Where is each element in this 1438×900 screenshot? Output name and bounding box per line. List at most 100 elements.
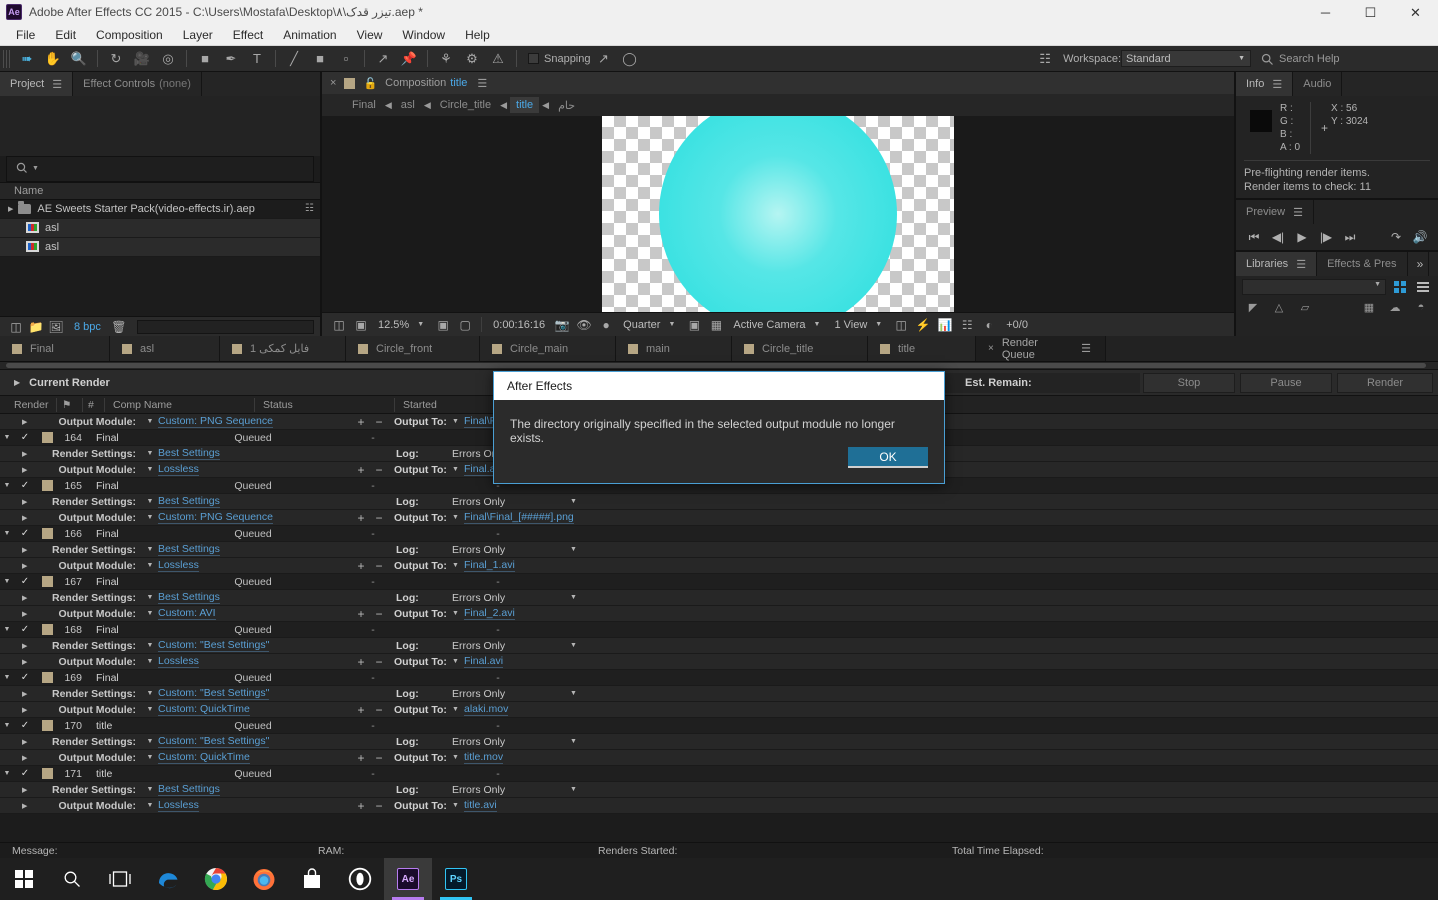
close-icon[interactable]: ×: [988, 343, 994, 354]
chevron-down-icon[interactable]: ▼: [452, 706, 459, 713]
list-view-icon[interactable]: [1414, 279, 1432, 295]
library-select[interactable]: ▼: [1242, 279, 1386, 295]
render-queue-item-row[interactable]: ▼ ✓ 171 title Queued - -: [0, 766, 1438, 782]
selection-tool-icon[interactable]: ➠: [14, 47, 40, 71]
output-module-subrow[interactable]: ▶ Output Module: ▼ Custom: QuickTime + − …: [0, 702, 1438, 718]
chevron-down-icon[interactable]: ▼: [142, 786, 158, 793]
disclosure-triangle-icon[interactable]: ▶: [22, 498, 27, 506]
render-settings-subrow[interactable]: ▶ Render Settings: ▼ Best Settings Log: …: [0, 494, 1438, 510]
channel-icon[interactable]: ●: [595, 318, 617, 332]
chevron-down-icon[interactable]: ▼: [142, 546, 158, 553]
render-checkbox[interactable]: ✓: [14, 672, 36, 683]
camera-tool-icon[interactable]: 🎥: [129, 47, 155, 71]
output-module-subrow[interactable]: ▶ Output Module: ▼ Custom: PNG Sequence …: [0, 510, 1438, 526]
chevron-down-icon[interactable]: ▼: [142, 658, 158, 665]
maximize-button[interactable]: ☐: [1348, 0, 1393, 24]
output-module-value[interactable]: Lossless: [158, 559, 199, 572]
eraser-tool-icon[interactable]: ▫: [333, 47, 359, 71]
project-search-input[interactable]: ▼: [6, 155, 314, 182]
chevron-down-icon[interactable]: ▼: [812, 321, 829, 328]
local-axis-mode-icon[interactable]: ⚘: [433, 47, 459, 71]
render-settings-value[interactable]: Best Settings: [158, 783, 220, 796]
chevron-down-icon[interactable]: ▼: [570, 546, 577, 553]
resolution-value[interactable]: Quarter: [617, 319, 666, 331]
chevron-down-icon[interactable]: ▼: [142, 514, 158, 521]
after-effects-button[interactable]: Ae: [384, 858, 432, 900]
loop-icon[interactable]: ↷: [1384, 230, 1408, 244]
workspace-toggle-icon[interactable]: ☷: [1032, 47, 1058, 71]
start-button[interactable]: [0, 858, 48, 900]
chevron-down-icon[interactable]: ▼: [142, 594, 158, 601]
output-to-value[interactable]: Final\Final_[#####].png: [464, 511, 574, 524]
chevron-down-icon[interactable]: ▼: [570, 690, 577, 697]
chevron-down-icon[interactable]: ▼: [570, 786, 577, 793]
output-to-value[interactable]: title.mov: [464, 751, 504, 764]
log-value[interactable]: Errors Only: [452, 592, 505, 604]
disclosure-triangle-icon[interactable]: ▶: [22, 642, 27, 650]
brush-tool-icon[interactable]: ╱: [281, 47, 307, 71]
reset-exposure-icon[interactable]: ◐: [978, 318, 1000, 332]
disclosure-triangle-icon[interactable]: ▼: [0, 482, 14, 489]
comp-flowchart-icon[interactable]: ☷: [956, 318, 978, 332]
column-tag-icon[interactable]: ⚑: [56, 397, 82, 412]
render-queue-item-row[interactable]: ▼ ✓ 170 title Queued - -: [0, 718, 1438, 734]
output-to-value[interactable]: Final.avi: [464, 655, 504, 668]
disclosure-triangle-icon[interactable]: ▼: [0, 434, 14, 441]
output-module-subrow[interactable]: ▶ Output Module: ▼ Lossless + − Output To…: [0, 558, 1438, 574]
menu-layer[interactable]: Layer: [173, 26, 223, 44]
audio-icon[interactable]: 🔊: [1408, 230, 1432, 244]
output-module-value[interactable]: Custom: PNG Sequence: [158, 511, 273, 524]
menu-view[interactable]: View: [347, 26, 393, 44]
disclosure-triangle-icon[interactable]: ▶: [8, 205, 13, 213]
chevron-down-icon[interactable]: ▼: [452, 514, 459, 521]
disclosure-triangle-icon[interactable]: ▶: [22, 786, 27, 794]
render-checkbox[interactable]: ✓: [14, 624, 36, 635]
cloud-icon[interactable]: ☁: [1382, 301, 1408, 314]
edge-button[interactable]: [144, 858, 192, 900]
output-module-add-remove[interactable]: + −: [352, 511, 388, 525]
render-settings-subrow[interactable]: ▶ Render Settings: ▼ Custom: "Best Setti…: [0, 734, 1438, 750]
output-module-subrow[interactable]: ▶ Output Module: ▼ Custom: AVI + − Output…: [0, 606, 1438, 622]
chevron-down-icon[interactable]: ▼: [570, 594, 577, 601]
output-to-value[interactable]: Final_1.avi: [464, 559, 515, 572]
panel-menu-icon[interactable]: ☰: [1296, 258, 1306, 271]
breadcrumb-item-last[interactable]: حام: [552, 97, 581, 114]
grid-guides-icon[interactable]: ▣: [432, 318, 454, 332]
render-checkbox[interactable]: ✓: [14, 480, 36, 491]
tab-comp-circle-title[interactable]: Circle_title: [732, 336, 868, 361]
disclosure-triangle-icon[interactable]: ▶: [22, 514, 27, 522]
render-settings-value[interactable]: Best Settings: [158, 591, 220, 604]
column-render[interactable]: Render: [0, 398, 56, 412]
zoom-level[interactable]: 12.5%: [372, 319, 415, 331]
log-value[interactable]: Errors Only: [452, 496, 505, 508]
disclosure-triangle-icon[interactable]: ▶: [22, 754, 27, 762]
output-module-value[interactable]: Lossless: [158, 655, 199, 668]
disclosure-triangle-icon[interactable]: ▼: [0, 530, 14, 537]
render-checkbox[interactable]: ✓: [14, 576, 36, 587]
workspace-select[interactable]: Standard ▼: [1121, 50, 1251, 67]
tab-comp-main[interactable]: main: [616, 336, 732, 361]
chevron-down-icon[interactable]: ▼: [142, 466, 158, 473]
play-icon[interactable]: ▶: [1290, 230, 1314, 244]
output-module-add-remove[interactable]: + −: [352, 559, 388, 573]
tab-preview[interactable]: Preview ☰: [1236, 200, 1314, 224]
chevron-down-icon[interactable]: ▼: [873, 321, 890, 328]
log-value[interactable]: Errors Only: [452, 736, 505, 748]
log-value[interactable]: Errors Only: [452, 544, 505, 556]
exposure-counter[interactable]: +0/0: [1000, 319, 1034, 331]
panel-menu-icon[interactable]: ☰: [477, 77, 487, 90]
view-axis-mode-icon[interactable]: ⚠: [485, 47, 511, 71]
render-settings-value[interactable]: Custom: "Best Settings": [158, 687, 270, 700]
output-module-add-remove[interactable]: + −: [352, 415, 388, 429]
breadcrumb-item-title[interactable]: title: [510, 97, 540, 113]
tab-comp-circle-front[interactable]: Circle_front: [346, 336, 480, 361]
roto-brush-tool-icon[interactable]: ↗: [370, 47, 396, 71]
disclosure-triangle-icon[interactable]: ▶: [22, 738, 27, 746]
world-axis-mode-icon[interactable]: ⚙: [459, 47, 485, 71]
chevron-down-icon[interactable]: ▼: [142, 706, 158, 713]
breadcrumb-item-circle-title[interactable]: Circle_title: [434, 97, 497, 113]
chevron-down-icon[interactable]: ▼: [570, 738, 577, 745]
snapshot-icon[interactable]: 📷: [551, 318, 573, 332]
disclosure-triangle-icon[interactable]: ▶: [14, 378, 20, 387]
breadcrumb-item-asl[interactable]: asl: [395, 97, 421, 113]
